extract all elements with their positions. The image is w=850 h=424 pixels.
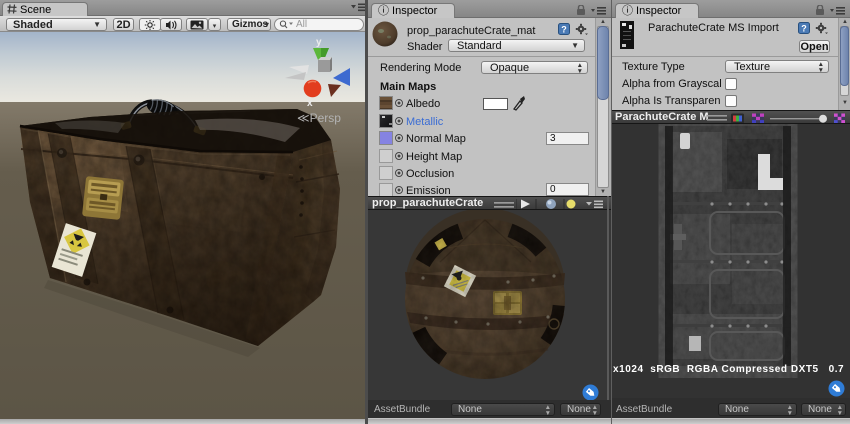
svg-text:y: y (316, 37, 322, 48)
svg-text:?: ? (561, 25, 567, 35)
svg-text:x: x (307, 98, 313, 109)
svg-text:≪Persp: ≪Persp (297, 111, 341, 125)
svg-text:?: ? (801, 24, 807, 34)
